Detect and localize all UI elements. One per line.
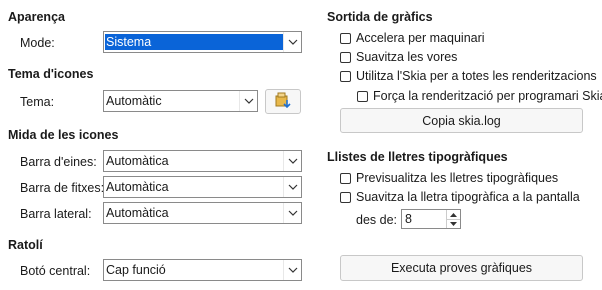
mode-value: Sistema [105,34,283,50]
toolbar-size-combobox[interactable]: Automàtica [103,150,302,172]
middle-button-label: Botó central: [20,264,91,278]
aa-from-value: 8 [405,212,412,226]
copy-skia-log-button[interactable]: Copia skia.log [340,108,583,133]
hw-accel-label: Accelera per maquinari [356,31,485,45]
chevron-down-icon[interactable] [283,260,301,280]
add-icon-theme-icon [274,91,292,112]
skia-all-checkbox[interactable] [340,71,351,82]
tabbar-size-value: Automàtica [106,180,169,194]
font-preview-checkbox[interactable] [340,173,351,184]
screen-font-aa-checkbox[interactable] [340,192,351,203]
tabbar-size-combobox[interactable]: Automàtica [103,176,302,198]
skia-software-label: Força la renderització per programari Sk… [373,89,602,103]
sidebar-size-combobox[interactable]: Automàtica [103,202,302,224]
icon-theme-header: Tema d'icones [8,67,94,81]
hw-accel-checkbox[interactable] [340,33,351,44]
chevron-down-icon[interactable] [283,151,301,171]
chevron-down-icon[interactable] [239,91,257,111]
theme-label: Tema: [20,95,55,109]
appearance-header: Aparença [8,10,65,24]
icon-size-header: Mida de les icones [8,128,119,142]
font-preview-label: Previsualitza les lletres tipogràfiques [356,171,559,185]
add-icon-theme-button[interactable] [265,89,301,114]
triangle-down-icon[interactable] [447,219,460,228]
skia-all-label: Utilitza l'Skia per a totes les renderit… [356,69,597,83]
sidebar-size-value: Automàtica [106,206,169,220]
chevron-down-icon[interactable] [283,203,301,223]
sidebar-size-label: Barra lateral: [20,207,92,221]
theme-value: Automàtic [106,94,162,108]
mode-label: Mode: [20,36,55,50]
font-lists-header: Llistes de lletres tipogràfiques [327,150,508,164]
theme-combobox[interactable]: Automàtic [103,90,258,112]
skia-software-checkbox[interactable] [357,91,368,102]
chevron-down-icon[interactable] [283,177,301,197]
aa-from-label: des de: [356,213,398,227]
graphics-output-header: Sortida de gràfics [327,10,433,24]
middle-button-combobox[interactable]: Cap funció [103,259,302,281]
aa-from-spinbox[interactable]: 8 [401,209,461,229]
middle-button-value: Cap funció [106,263,166,277]
toolbar-size-label: Barra d'eines: [20,155,97,169]
tabbar-size-label: Barra de fitxes: [20,181,105,195]
antialias-checkbox[interactable] [340,52,351,63]
mode-combobox[interactable]: Sistema [103,31,302,53]
chevron-down-icon[interactable] [283,32,301,52]
mouse-header: Ratolí [8,238,43,252]
spin-buttons [446,210,460,228]
run-graphics-tests-button[interactable]: Executa proves gràfiques [340,255,583,281]
antialias-label: Suavitza les vores [356,50,458,64]
screen-font-aa-label: Suavitza la lletra tipogràfica a la pant… [356,190,580,204]
toolbar-size-value: Automàtica [106,154,169,168]
